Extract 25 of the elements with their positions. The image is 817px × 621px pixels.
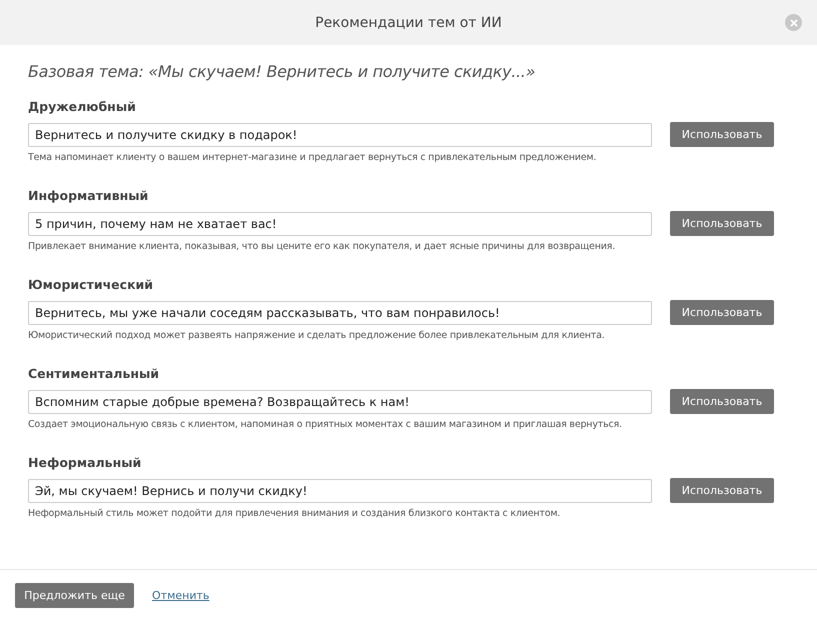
style-label: Сентиментальный (28, 366, 160, 381)
style-label: Дружелюбный (28, 99, 137, 114)
close-icon[interactable] (785, 14, 802, 31)
hint-text: Привлекает внимание клиента, показывая, что вы цените его как покупателя, и дает ясные причины для возвращения. (28, 241, 616, 252)
style-label: Информативный (28, 188, 150, 203)
style-label: Неформальный (28, 455, 142, 470)
hint-text: Создает эмоциональную связь с клиентом, напоминая о приятных моментах с вашим магазином и приглашая вернуться. (28, 419, 623, 430)
use-button[interactable]: Использовать (670, 300, 774, 325)
style-label: Юмористический (28, 277, 154, 292)
hint-text: Юмористический подход может развеять напряжение и сделать предложение более привлекательным для клиента. (28, 330, 606, 341)
hint-text: Неформальный стиль может подойти для привлечения внимания и создания близкого контакта с клиентом. (28, 508, 562, 519)
hint-text: Тема напоминает клиенту о вашем интернет-магазине и предлагает вернуться с привлекательным предложением. (28, 152, 598, 163)
use-button[interactable]: Использовать (670, 478, 774, 503)
topic-field[interactable]: Вернитесь, мы уже начали соседям рассказывать, что вам понравилось! (28, 300, 652, 324)
use-button[interactable]: Использовать (670, 122, 774, 147)
suggest-more-button[interactable]: Предложить еще (15, 583, 134, 608)
use-button[interactable]: Использовать (670, 389, 774, 414)
use-button[interactable]: Использовать (670, 211, 774, 236)
topic-field[interactable]: Вернитесь и получите скидку в подарок! (28, 122, 652, 146)
topic-field[interactable]: 5 причин, почему нам не хватает вас! (28, 212, 652, 236)
cancel-link[interactable]: Отменить (152, 589, 210, 602)
topic-field[interactable]: Вспомним старые добрые времена? Возвращайтесь к нам! (28, 390, 652, 414)
topic-field[interactable]: Эй, мы скучаем! Вернись и получи скидку! (28, 478, 652, 502)
base-topic: Базовая тема: «Мы скучаем! Вернитесь и получите скидку...» (28, 62, 536, 81)
dialog-title: Рекомендации тем от ИИ (315, 14, 502, 30)
